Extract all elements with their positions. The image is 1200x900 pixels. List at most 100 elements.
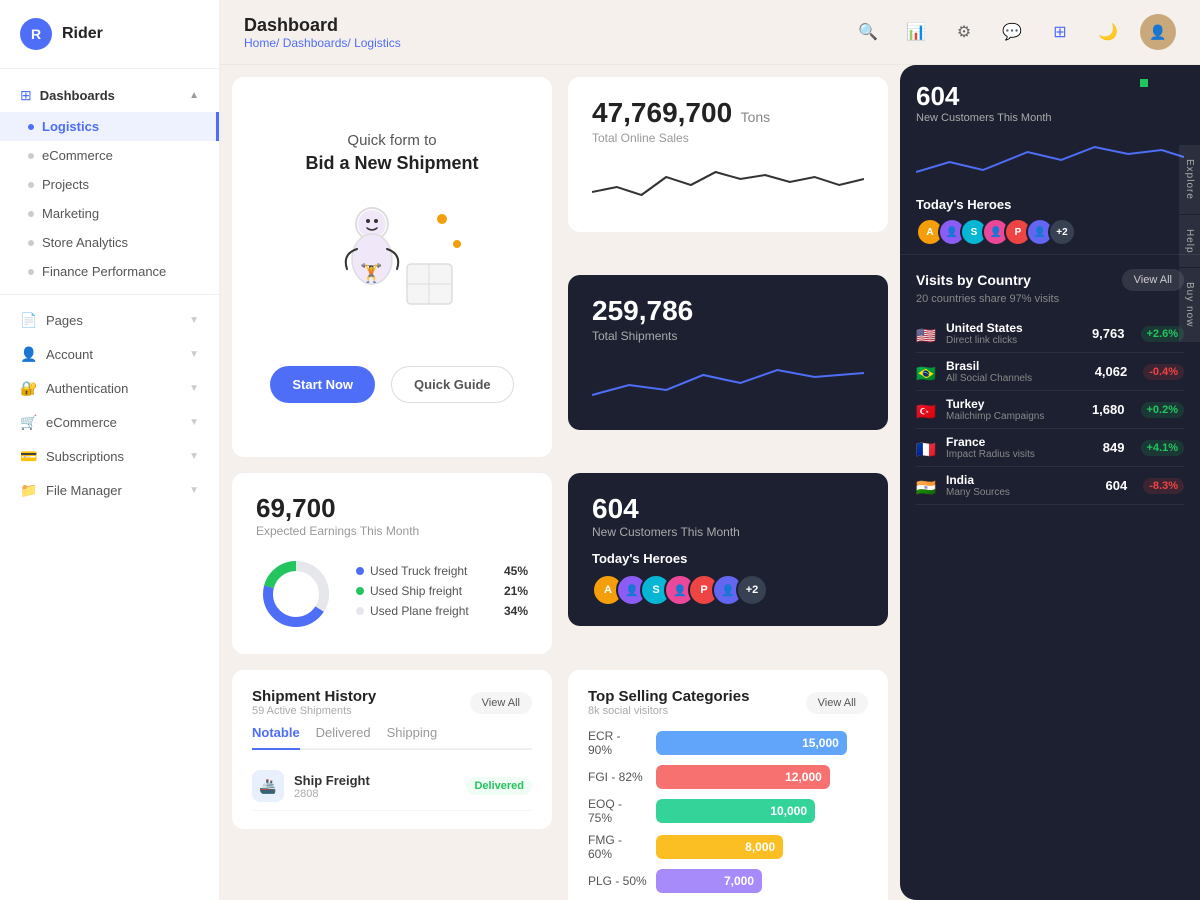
search-icon[interactable]: 🔍 <box>852 16 884 48</box>
sidebar: R Rider ⊞ Dashboards ▲ Logistics eCommer… <box>0 0 220 900</box>
sidebar-item-authentication[interactable]: 🔐 Authentication ▼ <box>0 371 219 405</box>
sidebar-item-account[interactable]: 👤 Account ▼ <box>0 337 219 371</box>
country-name: Brasil <box>946 359 1087 373</box>
sales-value: 47,769,700 <box>592 97 732 128</box>
ship-label: Used Ship freight <box>370 584 462 598</box>
bar-track: 15,000 <box>656 731 868 755</box>
subscriptions-icon: 💳 <box>20 447 38 465</box>
bar-row-fmg: FMG - 60% 8,000 <box>588 833 868 861</box>
sidebar-item-subscriptions[interactable]: 💳 Subscriptions ▼ <box>0 439 219 473</box>
sidebar-item-marketing[interactable]: Marketing <box>0 199 219 228</box>
shipment-history-title: Shipment History <box>252 688 376 705</box>
page-title: Dashboard <box>244 15 401 36</box>
bar-chart: ECR - 90% 15,000 FGI - 82% 12,000 <box>588 729 868 893</box>
buy-now-tab[interactable]: Buy now <box>1179 268 1200 341</box>
sidebar-item-ecommerce[interactable]: eCommerce <box>0 141 219 170</box>
sidebar-item-ecommerce2[interactable]: 🛒 eCommerce ▼ <box>0 405 219 439</box>
country-source: Direct link clicks <box>946 335 1084 346</box>
bar-fill: 8,000 <box>656 835 783 859</box>
messages-icon[interactable]: 💬 <box>996 16 1028 48</box>
sidebar-item-label: Logistics <box>42 119 99 134</box>
nav-label: Authentication <box>46 381 128 396</box>
user-avatar[interactable]: 👤 <box>1140 14 1176 50</box>
ship-pct: 21% <box>504 584 528 598</box>
shipment-id: 2808 <box>294 788 456 800</box>
sidebar-item-projects[interactable]: Projects <box>0 170 219 199</box>
auth-icon: 🔐 <box>20 379 38 397</box>
shipment-view-all-button[interactable]: View All <box>470 692 532 714</box>
earnings-value: 69,700 <box>256 493 528 524</box>
pages-icon: 📄 <box>20 311 38 329</box>
country-info: Brasil All Social Channels <box>946 359 1087 384</box>
breadcrumb-current: Logistics <box>354 36 401 50</box>
sidebar-item-label: Finance Performance <box>42 264 166 279</box>
section-label: Dashboards <box>40 88 115 103</box>
chart-icon[interactable]: 📊 <box>900 16 932 48</box>
quick-guide-button[interactable]: Quick Guide <box>391 366 514 403</box>
dark-mode-icon[interactable]: 🌙 <box>1092 16 1124 48</box>
total-shipments-panel: 259,786 Total Shipments <box>560 267 896 465</box>
top-selling-view-all-button[interactable]: View All <box>806 692 868 714</box>
settings-icon[interactable]: ⚙ <box>948 16 980 48</box>
app-logo[interactable]: R Rider <box>0 0 219 69</box>
help-tab[interactable]: Help <box>1179 215 1200 268</box>
visits-title: Visits by Country <box>916 272 1031 288</box>
grid-icon[interactable]: ⊞ <box>1044 16 1076 48</box>
tab-shipping[interactable]: Shipping <box>387 725 438 750</box>
start-now-button[interactable]: Start Now <box>270 366 375 403</box>
bar-fill: 12,000 <box>656 765 830 789</box>
total-sales-panel: 47,769,700 Tons Total Online Sales <box>560 69 896 267</box>
sales-unit: Tons <box>741 109 771 125</box>
dot-icon <box>28 269 34 275</box>
bar-fill: 15,000 <box>656 731 847 755</box>
shipment-history-subtitle: 59 Active Shipments <box>252 705 376 717</box>
flag-br: 🇧🇷 <box>916 364 938 380</box>
green-status-dot <box>1140 79 1148 87</box>
explore-tab[interactable]: Explore <box>1179 145 1200 214</box>
customers-big-label: New Customers This Month <box>916 112 1184 124</box>
nav-label: Subscriptions <box>46 449 124 464</box>
heroes-row: A 👤 S 👤 P 👤 +2 <box>916 218 1184 246</box>
sidebar-section-dashboards[interactable]: ⊞ Dashboards ▲ <box>0 79 219 112</box>
sidebar-item-store-analytics[interactable]: Store Analytics <box>0 228 219 257</box>
tab-notable[interactable]: Notable <box>252 725 300 750</box>
sidebar-nav: ⊞ Dashboards ▲ Logistics eCommerce Proje… <box>0 69 219 900</box>
active-dot <box>28 124 34 130</box>
chevron-down-icon: ▼ <box>189 485 199 496</box>
sidebar-item-logistics[interactable]: Logistics <box>0 112 219 141</box>
plane-pct: 34% <box>504 604 528 618</box>
ecommerce-icon: 🛒 <box>20 413 38 431</box>
visits-view-all-button[interactable]: View All <box>1122 269 1184 291</box>
country-row-fr: 🇫🇷 France Impact Radius visits 849 +4.1% <box>916 429 1184 467</box>
breadcrumb-dashboards: Dashboards/ <box>283 36 351 50</box>
country-info: Turkey Mailchimp Campaigns <box>946 397 1084 422</box>
breadcrumb-home: Home/ <box>244 36 279 50</box>
sidebar-item-pages[interactable]: 📄 Pages ▼ <box>0 303 219 337</box>
sidebar-item-label: Marketing <box>42 206 99 221</box>
country-visits: 9,763 <box>1092 326 1125 341</box>
chevron-down-icon: ▼ <box>189 349 199 360</box>
country-info: India Many Sources <box>946 473 1098 498</box>
chevron-up-icon: ▲ <box>189 90 199 101</box>
change-badge: +2.6% <box>1141 326 1185 342</box>
dot-icon <box>28 182 34 188</box>
truck-pct: 45% <box>504 564 528 578</box>
change-badge: +0.2% <box>1141 402 1185 418</box>
sidebar-item-label: Projects <box>42 177 89 192</box>
top-selling-panel: Top Selling Categories 8k social visitor… <box>560 662 896 900</box>
bar-label: ECR - 90% <box>588 729 648 757</box>
tab-delivered[interactable]: Delivered <box>316 725 371 750</box>
file-icon: 📁 <box>20 481 38 499</box>
dark-top-section: 604 New Customers This Month Today's Her… <box>900 65 1200 255</box>
country-visits: 849 <box>1103 440 1125 455</box>
chevron-down-icon: ▼ <box>189 315 199 326</box>
shipment-illustration: 🏋 <box>312 194 472 334</box>
country-name: India <box>946 473 1098 487</box>
side-tabs: Explore Help Buy now <box>1179 145 1200 342</box>
sidebar-item-finance-performance[interactable]: Finance Performance <box>0 257 219 286</box>
country-name: Turkey <box>946 397 1084 411</box>
sidebar-item-file-manager[interactable]: 📁 File Manager ▼ <box>0 473 219 507</box>
flag-fr: 🇫🇷 <box>916 440 938 456</box>
avatar-more: +2 <box>736 574 768 606</box>
country-row-us: 🇺🇸 United States Direct link clicks 9,76… <box>916 315 1184 353</box>
